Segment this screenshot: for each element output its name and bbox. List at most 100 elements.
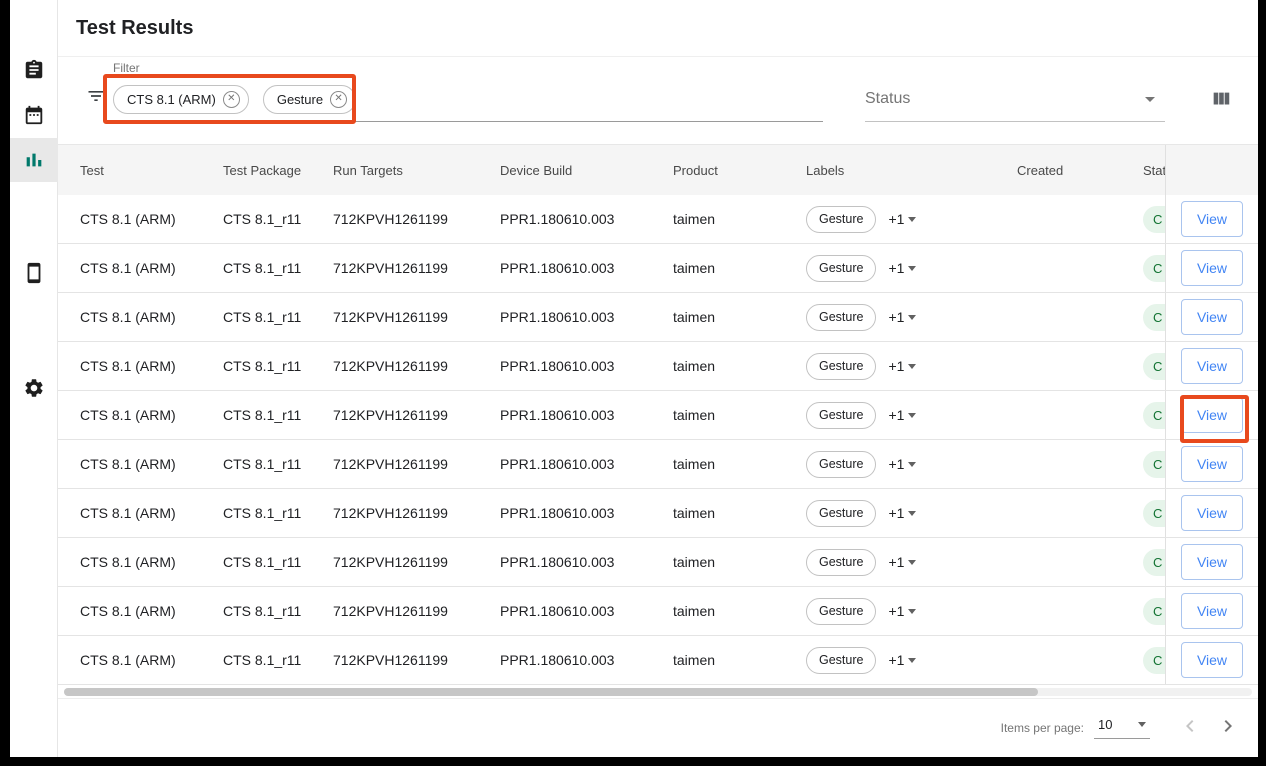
sidebar-item-tests[interactable]: [10, 48, 58, 92]
horizontal-scrollbar-thumb[interactable]: [64, 688, 1038, 696]
label-chip[interactable]: Gesture: [806, 647, 876, 674]
cell-action: View: [1165, 538, 1258, 586]
labels-more-dropdown[interactable]: +1: [888, 211, 916, 227]
labels-more-dropdown[interactable]: +1: [888, 260, 916, 276]
view-button[interactable]: View: [1181, 201, 1243, 237]
chip-remove-icon[interactable]: ✕: [223, 91, 240, 108]
horizontal-scrollbar[interactable]: [58, 685, 1258, 699]
column-header-test: Test: [80, 145, 220, 195]
sidebar-item-schedule[interactable]: [10, 93, 58, 137]
cell-test: CTS 8.1 (ARM): [80, 293, 220, 341]
view-button[interactable]: View: [1181, 397, 1243, 433]
cell-run-targets: 712KPVH1261199: [333, 587, 498, 635]
filter-chip: CTS 8.1 (ARM) ✕: [113, 85, 249, 114]
labels-more-dropdown[interactable]: +1: [888, 456, 916, 472]
table-body: CTS 8.1 (ARM) CTS 8.1_r11 712KPVH1261199…: [58, 195, 1258, 685]
column-chooser-icon[interactable]: [1210, 88, 1232, 113]
cell-labels: Gesture +1: [806, 195, 1015, 243]
cell-product: taimen: [673, 538, 803, 586]
view-button[interactable]: View: [1181, 299, 1243, 335]
cell-device-build: PPR1.180610.003: [500, 293, 670, 341]
view-button[interactable]: View: [1181, 250, 1243, 286]
cell-status: C: [1143, 587, 1165, 635]
labels-more-count: +1: [888, 309, 904, 325]
label-chip[interactable]: Gesture: [806, 500, 876, 527]
table-row: CTS 8.1 (ARM) CTS 8.1_r11 712KPVH1261199…: [58, 342, 1258, 391]
chevron-down-icon: [908, 658, 916, 663]
status-select[interactable]: Status: [865, 77, 1165, 122]
label-chip[interactable]: Gesture: [806, 598, 876, 625]
labels-more-dropdown[interactable]: +1: [888, 407, 916, 423]
cell-device-build: PPR1.180610.003: [500, 342, 670, 390]
cell-product: taimen: [673, 489, 803, 537]
labels-more-count: +1: [888, 407, 904, 423]
labels-more-count: +1: [888, 603, 904, 619]
cell-run-targets: 712KPVH1261199: [333, 489, 498, 537]
status-badge: C: [1143, 304, 1165, 331]
view-button[interactable]: View: [1181, 495, 1243, 531]
sidebar-item-settings[interactable]: [10, 366, 58, 410]
items-per-page-select[interactable]: 10: [1094, 717, 1150, 739]
labels-more-dropdown[interactable]: +1: [888, 554, 916, 570]
cell-created: [1017, 636, 1141, 684]
cell-product: taimen: [673, 195, 803, 243]
labels-more-dropdown[interactable]: +1: [888, 652, 916, 668]
label-chip[interactable]: Gesture: [806, 353, 876, 380]
status-badge: C: [1143, 647, 1165, 674]
labels-more-dropdown[interactable]: +1: [888, 309, 916, 325]
cell-device-build: PPR1.180610.003: [500, 195, 670, 243]
previous-page-button[interactable]: [1176, 714, 1204, 742]
cell-test-package: CTS 8.1_r11: [223, 391, 331, 439]
cell-action: View: [1165, 489, 1258, 537]
filter-chips-field[interactable]: CTS 8.1 (ARM) ✕ Gesture ✕: [113, 77, 823, 122]
sidebar-item-test-results[interactable]: [10, 138, 58, 182]
chevron-down-icon: [1145, 97, 1155, 102]
cell-product: taimen: [673, 342, 803, 390]
cell-test-package: CTS 8.1_r11: [223, 587, 331, 635]
cell-test-package: CTS 8.1_r11: [223, 195, 331, 243]
label-chip[interactable]: Gesture: [806, 549, 876, 576]
label-chip[interactable]: Gesture: [806, 451, 876, 478]
view-button[interactable]: View: [1181, 544, 1243, 580]
column-header-status: Status: [1143, 145, 1165, 195]
cell-test: CTS 8.1 (ARM): [80, 195, 220, 243]
sidebar-item-devices[interactable]: [10, 251, 58, 295]
cell-action: View: [1165, 244, 1258, 292]
cell-action: View: [1165, 440, 1258, 488]
labels-more-dropdown[interactable]: +1: [888, 358, 916, 374]
view-button[interactable]: View: [1181, 642, 1243, 678]
cell-product: taimen: [673, 293, 803, 341]
label-chip[interactable]: Gesture: [806, 206, 876, 233]
cell-run-targets: 712KPVH1261199: [333, 195, 498, 243]
view-button[interactable]: View: [1181, 348, 1243, 384]
next-page-button[interactable]: [1214, 714, 1242, 742]
labels-more-dropdown[interactable]: +1: [888, 505, 916, 521]
chevron-right-icon: [1216, 714, 1240, 741]
view-button[interactable]: View: [1181, 446, 1243, 482]
cell-created: [1017, 342, 1141, 390]
chip-remove-icon[interactable]: ✕: [330, 91, 347, 108]
chevron-down-icon: [908, 413, 916, 418]
cell-test: CTS 8.1 (ARM): [80, 440, 220, 488]
label-chip[interactable]: Gesture: [806, 304, 876, 331]
cell-test-package: CTS 8.1_r11: [223, 293, 331, 341]
horizontal-scrollbar-track[interactable]: [64, 688, 1252, 696]
chevron-down-icon: [908, 462, 916, 467]
labels-more-dropdown[interactable]: +1: [888, 603, 916, 619]
filter-list-icon[interactable]: [86, 86, 106, 109]
status-badge: C: [1143, 500, 1165, 527]
cell-created: [1017, 440, 1141, 488]
filter-bar: Filter CTS 8.1 (ARM) ✕ Gesture ✕ Status: [58, 57, 1258, 145]
chevron-down-icon: [908, 560, 916, 565]
column-header-run-targets: Run Targets: [333, 145, 498, 195]
label-chip[interactable]: Gesture: [806, 255, 876, 282]
assignment-icon: [23, 59, 45, 81]
label-chip[interactable]: Gesture: [806, 402, 876, 429]
sidebar: [10, 0, 58, 757]
view-button[interactable]: View: [1181, 593, 1243, 629]
results-table: Test Test Package Run Targets Device Bui…: [58, 145, 1258, 699]
cell-status: C: [1143, 440, 1165, 488]
cell-product: taimen: [673, 636, 803, 684]
cell-labels: Gesture +1: [806, 244, 1015, 292]
cell-test: CTS 8.1 (ARM): [80, 342, 220, 390]
